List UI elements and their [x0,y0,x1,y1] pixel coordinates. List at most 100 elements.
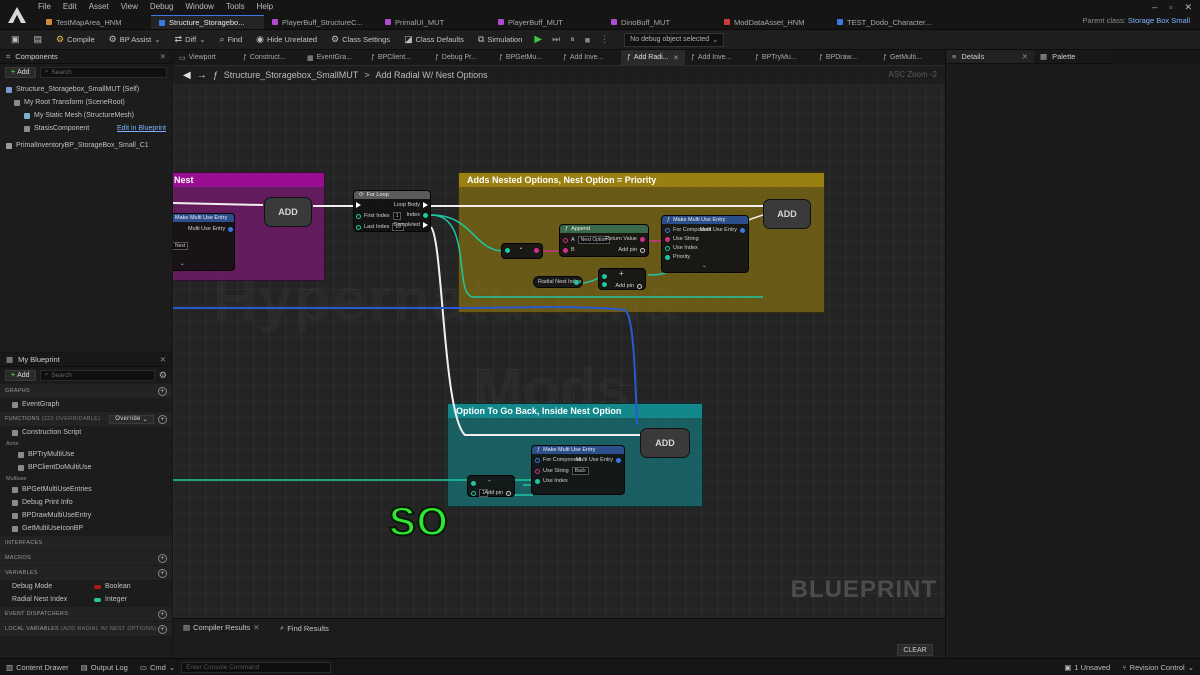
pin-first-index[interactable]: First Index 1 [356,212,402,220]
function-item[interactable]: GetMultiUseIconBP [0,522,172,535]
function-item[interactable]: BPTryMultiUse [0,448,172,461]
compile-button[interactable]: ⚙ Compile [51,32,100,48]
pin-multi-use-entry[interactable]: Multi Use Entry [576,457,621,463]
pin-return-value[interactable]: Return Value [605,236,645,242]
doc-tab[interactable]: ƒ BPDraw... [813,50,877,65]
pin-for-component[interactable]: For Component [535,457,581,463]
component-item[interactable]: My Root Transform (SceneRoot) [6,96,166,109]
pin-expand-icon[interactable]: ⌄ [180,261,185,267]
component-root[interactable]: Structure_Storagebox_SmallMUT (Self) [6,83,166,96]
doc-tab[interactable]: ƒ GetMulti... [877,50,941,65]
override-dropdown[interactable]: Override ⌄ [109,414,154,424]
add-component-button[interactable]: + Add [5,66,36,78]
palette-tab[interactable]: ▦ Palette [1034,50,1114,64]
pin-priority[interactable]: Priority [665,254,690,260]
find-button[interactable]: ⌕ Find [215,32,248,48]
clear-button[interactable]: CLEAR [897,644,933,656]
asset-tab[interactable]: PlayerBuff_StructureC... [264,15,377,29]
node-get-radial-nest-index[interactable]: Radial Nest Index [533,276,583,288]
function-item[interactable]: BPClientDoMultiUse [0,461,172,474]
output-log-button[interactable]: ▤ Output Log [75,663,134,672]
function-item[interactable]: Construction Script [0,426,172,439]
pin-exec-in[interactable] [356,202,361,208]
class-settings-button[interactable]: ⚙ Class Settings [326,32,395,48]
pin-use-index[interactable]: Use Index [665,245,698,251]
close-icon[interactable]: ✕ [160,355,166,364]
add-local-variable-icon[interactable]: + [158,624,167,634]
back-arrow-icon[interactable]: ◀ [183,70,191,81]
menu-edit[interactable]: Edit [63,2,77,11]
maximize-button[interactable]: ▫ [1169,2,1172,13]
add-pin-button[interactable]: Add pin [615,283,642,289]
close-button[interactable]: ✕ [1184,2,1192,13]
add-pin-button[interactable]: Add pin [484,490,511,496]
pin-loop-body[interactable]: Loop Body [394,202,428,208]
pin-b-int[interactable] [602,282,607,287]
forward-arrow-icon[interactable]: → [197,70,207,81]
add-pin-button[interactable]: Add pin [618,247,645,253]
unsaved-indicator[interactable]: ▣ 1 Unsaved [1058,663,1116,672]
interfaces-section[interactable]: INTERFACES [0,536,172,550]
pin-string-out[interactable] [534,248,539,253]
pin-b[interactable]: B [563,247,575,253]
event-dispatchers-section[interactable]: EVENT DISPATCHERS + [0,607,172,621]
add-function-icon[interactable]: + [158,414,167,424]
parent-class-link[interactable]: Storage Box Small [1128,16,1190,25]
asset-tab[interactable]: DinoBuff_MUT [603,15,716,29]
menu-help[interactable]: Help [257,2,273,11]
add-variable-icon[interactable]: + [158,568,167,578]
asset-tab[interactable]: TEST_Dodo_Character... [829,15,942,29]
function-item[interactable]: BPGetMultiUseEntries [0,483,172,496]
component-item[interactable]: StasisComponent Edit in Blueprint [6,122,166,135]
macros-section[interactable]: MACROS + [0,551,172,565]
pin-multi-use-entry[interactable]: Multi Use Entry [700,227,745,233]
step-button[interactable]: ⏭ [549,32,563,48]
asset-tab[interactable]: PlayerBuff_MUT [490,15,603,29]
blueprint-graph-canvas[interactable]: Hypernaturema Mods Nest Adds Nested Opti… [173,65,945,618]
pin-use-string[interactable]: Use String [665,236,699,242]
add-node[interactable]: ADD [763,199,811,229]
cmd-dropdown[interactable]: ▭ Cmd ⌄ [134,663,181,672]
node-subtract-integer[interactable]: - 1 Add pin [467,475,515,497]
pin-out[interactable] [574,280,579,285]
compiler-results-tab[interactable]: ▤ Compiler Results ✕ [173,619,268,632]
simulation-button[interactable]: ⧉ Simulation [473,32,527,48]
component-item[interactable]: PrimalInventoryBP_StorageBox_Small_C1 [6,139,166,152]
menu-debug[interactable]: Debug [150,2,174,11]
doc-tab[interactable]: ▦ EventGra... [301,50,365,65]
variable-item[interactable]: Radial Nest Index Integer [0,593,172,606]
function-item[interactable]: Debug Print Info [0,496,172,509]
asset-tab[interactable]: PrimalUI_MUT [377,15,490,29]
debug-object-select[interactable]: No debug object selected ⌄ [624,32,725,47]
close-icon[interactable]: ✕ [160,52,166,61]
doc-tab-active[interactable]: ƒ Add Radi... ✕ [621,50,685,65]
variables-section[interactable]: VARIABLES + [0,566,172,580]
pin-index[interactable]: Index [407,212,428,218]
close-icon[interactable]: ✕ [253,623,259,632]
pin-a-int[interactable] [602,274,607,279]
pin-a[interactable]: A Nest Option [563,236,611,244]
menu-tools[interactable]: Tools [226,2,245,11]
function-item[interactable]: BPDrawMultiUseEntry [0,509,172,522]
component-item[interactable]: My Static Mesh (StructureMesh) [6,109,166,122]
doc-tab-viewport[interactable]: ▭ Viewport [173,50,237,65]
pin-use-string[interactable]: Use String Back [535,467,589,475]
doc-tab[interactable]: ƒ Add Inve... [557,50,621,65]
hide-unrelated-button[interactable]: ◉ Hide Unrelated [251,32,322,48]
breadcrumb-root[interactable]: Structure_Storagebox_SmallMUT [224,70,359,80]
pin-completed[interactable]: Completed [393,222,428,228]
local-variables-section[interactable]: LOCAL VARIABLES (ADD RADIAL W/ NEST OPTI… [0,622,172,636]
doc-tab[interactable]: ƒ Construct... [237,50,301,65]
doc-tab[interactable]: ƒ BPGetMu... [493,50,557,65]
node-add-integer[interactable]: + Add pin [598,268,646,290]
add-dispatcher-icon[interactable]: + [158,609,167,619]
menu-asset[interactable]: Asset [89,2,109,11]
class-defaults-button[interactable]: ◪ Class Defaults [399,32,469,48]
node-integer-to-string[interactable]: • [501,243,543,259]
doc-tab[interactable]: ƒ Debug Pr... [429,50,493,65]
content-drawer-button[interactable]: ▥ Content Drawer [0,663,75,672]
add-macro-icon[interactable]: + [158,553,167,563]
revision-control-button[interactable]: ⑂ Revision Control ⌄ [1116,663,1200,672]
components-search-input[interactable]: ⌕ Search [39,66,167,78]
asset-tab-active[interactable]: Structure_Storagebo... [151,15,264,29]
